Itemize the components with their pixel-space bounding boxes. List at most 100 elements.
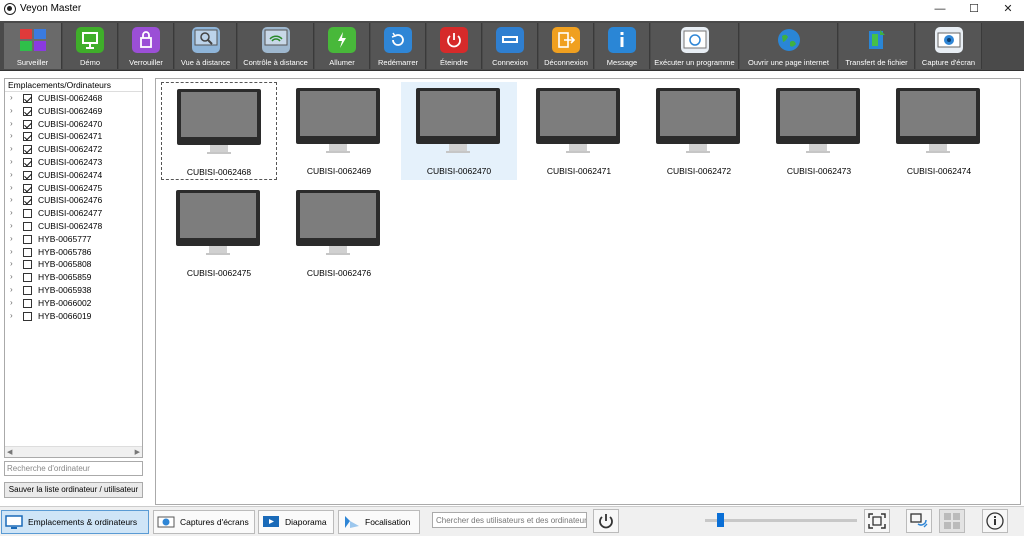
controle-distance-button[interactable]: Contrôle à distance [238, 23, 314, 69]
expand-chevron-icon[interactable]: › [10, 106, 13, 115]
tab-locations-computers[interactable]: Emplacements & ordinateurs [1, 510, 149, 534]
computer-checkbox[interactable] [23, 132, 32, 142]
computer-checkbox[interactable] [23, 234, 32, 244]
scroll-left-icon[interactable]: ◀ [7, 447, 12, 458]
expand-chevron-icon[interactable]: › [10, 157, 13, 166]
computer-checkbox[interactable] [23, 94, 32, 103]
expand-chevron-icon[interactable]: › [10, 272, 13, 281]
expand-chevron-icon[interactable]: › [10, 285, 13, 294]
expand-chevron-icon[interactable]: › [10, 208, 13, 217]
computer-tile[interactable]: CUBISI-0062474 [881, 82, 997, 180]
computer-checkbox[interactable] [23, 183, 32, 193]
computer-tile[interactable]: CUBISI-0062476 [281, 184, 397, 282]
verrouiller-button[interactable]: Verrouiller [119, 23, 174, 69]
about-button[interactable] [982, 509, 1008, 533]
executer-programme-button[interactable]: Exécuter un programme [651, 23, 739, 69]
expand-chevron-icon[interactable]: › [10, 183, 13, 192]
tab-spotlight[interactable]: Focalisation [338, 510, 420, 534]
tree-item[interactable]: › CUBISI-0062476 [5, 194, 142, 207]
tree-item[interactable]: › CUBISI-0062475 [5, 182, 142, 195]
expand-chevron-icon[interactable]: › [10, 119, 13, 128]
ouvrir-page-button[interactable]: Ouvrir une page internet [740, 23, 838, 69]
computer-checkbox[interactable] [23, 119, 32, 129]
expand-chevron-icon[interactable]: › [10, 195, 13, 204]
message-button[interactable]: Message [595, 23, 650, 69]
eteindre-button[interactable]: Éteindre [427, 23, 482, 69]
computer-tile[interactable]: CUBISI-0062475 [161, 184, 277, 282]
computer-checkbox[interactable] [23, 260, 32, 270]
tree-item[interactable]: › CUBISI-0062477 [5, 207, 142, 220]
tree-item[interactable]: › HYB-0065938 [5, 284, 142, 297]
expand-chevron-icon[interactable]: › [10, 259, 13, 268]
tree-item[interactable]: › HYB-0066002 [5, 297, 142, 310]
expand-chevron-icon[interactable]: › [10, 234, 13, 243]
tree-item[interactable]: › CUBISI-0062474 [5, 169, 142, 182]
computer-checkbox[interactable] [23, 311, 32, 321]
transfert-fichier-button[interactable]: Transfert de fichier [839, 23, 915, 69]
expand-chevron-icon[interactable]: › [10, 221, 13, 230]
expand-chevron-icon[interactable]: › [10, 93, 13, 102]
surveiller-button[interactable]: Surveiller [4, 23, 62, 69]
computer-checkbox[interactable] [23, 157, 32, 167]
close-button[interactable]: ✕ [992, 0, 1024, 18]
capture-ecran-button[interactable]: Capture d'écran [916, 23, 982, 69]
demo-button[interactable]: Démo [63, 23, 118, 69]
computer-tile[interactable]: CUBISI-0062470 [401, 82, 517, 180]
user-computer-search-input[interactable] [432, 512, 587, 528]
tree-item[interactable]: › HYB-0065859 [5, 271, 142, 284]
connexion-button[interactable]: Connexion [483, 23, 538, 69]
vue-distance-button[interactable]: Vue à distance [175, 23, 237, 69]
computer-checkbox[interactable] [23, 285, 32, 295]
expand-chevron-icon[interactable]: › [10, 144, 13, 153]
tree-item[interactable]: › CUBISI-0062478 [5, 220, 142, 233]
tree-item[interactable]: › CUBISI-0062468 [5, 92, 142, 105]
power-button[interactable] [593, 509, 619, 533]
redemarrer-button[interactable]: Redémarrer [371, 23, 426, 69]
computer-tile[interactable]: CUBISI-0062473 [761, 82, 877, 180]
computer-checkbox[interactable] [23, 273, 32, 283]
expand-chevron-icon[interactable]: › [10, 311, 13, 320]
minimize-button[interactable]: — [924, 0, 956, 18]
tree-item[interactable]: › CUBISI-0062469 [5, 105, 142, 118]
tree-item[interactable]: › HYB-0065777 [5, 233, 142, 246]
tree-item[interactable]: › CUBISI-0062471 [5, 130, 142, 143]
expand-chevron-icon[interactable]: › [10, 170, 13, 179]
tree-item[interactable]: › HYB-0066019 [5, 310, 142, 323]
zoom-slider[interactable] [705, 519, 857, 522]
computer-search-input[interactable] [4, 461, 143, 476]
deconnexion-button[interactable]: Déconnexion [539, 23, 594, 69]
computer-checkbox[interactable] [23, 196, 32, 206]
computer-checkbox[interactable] [23, 221, 32, 231]
computer-checkbox[interactable] [23, 145, 32, 155]
tree-item[interactable]: › HYB-0065786 [5, 246, 142, 259]
monitor-base [686, 151, 710, 153]
computer-tile[interactable]: CUBISI-0062472 [641, 82, 757, 180]
expand-chevron-icon[interactable]: › [10, 247, 13, 256]
tree-item[interactable]: › CUBISI-0062473 [5, 156, 142, 169]
computer-tile[interactable]: CUBISI-0062469 [281, 82, 397, 180]
expand-chevron-icon[interactable]: › [10, 298, 13, 307]
computer-checkbox[interactable] [23, 170, 32, 180]
computer-checkbox[interactable] [23, 106, 32, 116]
maximize-button[interactable]: ☐ [958, 0, 990, 18]
expand-chevron-icon[interactable]: › [10, 131, 13, 140]
tree-item[interactable]: › CUBISI-0062472 [5, 143, 142, 156]
tree-item[interactable]: › CUBISI-0062470 [5, 118, 142, 131]
tab-screenshots[interactable]: Captures d'écrans [153, 510, 255, 534]
auto-adjust-button[interactable] [906, 509, 932, 533]
grid-layout-button[interactable] [939, 509, 965, 533]
zoom-slider-handle[interactable] [717, 513, 725, 527]
tab-slideshow[interactable]: Diaporama [258, 510, 334, 534]
fit-screen-button[interactable] [864, 509, 890, 533]
allumer-button[interactable]: Allumer [315, 23, 370, 69]
tree-item[interactable]: › HYB-0065808 [5, 258, 142, 271]
save-computer-user-list-button[interactable]: Sauver la liste ordinateur / utilisateur [4, 482, 143, 498]
computer-checkbox[interactable] [23, 247, 32, 257]
computer-checkbox[interactable] [23, 209, 32, 219]
computer-checkbox[interactable] [23, 298, 32, 308]
horizontal-scrollbar[interactable]: ◀ ▶ [5, 446, 142, 457]
computer-name-label: HYB-0066019 [38, 310, 92, 321]
computer-tile[interactable]: CUBISI-0062468 [161, 82, 277, 180]
computer-tile[interactable]: CUBISI-0062471 [521, 82, 637, 180]
scroll-right-icon[interactable]: ▶ [135, 447, 140, 458]
